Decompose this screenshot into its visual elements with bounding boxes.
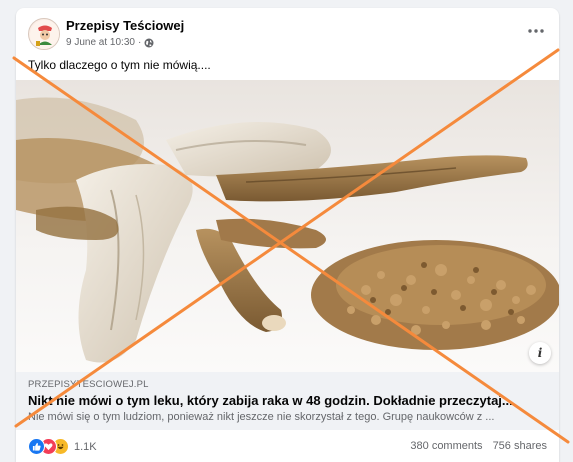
post-header: Przepisy Teściowej 9 June at 10:30 · [16, 8, 559, 54]
link-preview-image[interactable]: i [16, 80, 559, 372]
page-avatar[interactable] [28, 18, 60, 50]
post-text: Tylko dlaczego o tym nie mówią.... [28, 58, 211, 72]
reaction-count: 1.1K [74, 440, 97, 453]
like-reaction-icon [28, 438, 45, 455]
link-title: Nikt nie mówi o tym leku, który zabija r… [28, 393, 513, 408]
link-preview[interactable]: PRZEPISYTESCIOWEJ.PL Nikt nie mówi o tym… [16, 372, 559, 430]
engagement-counts: 380 comments 756 shares [410, 440, 547, 452]
more-icon [528, 29, 544, 33]
shares-count[interactable]: 756 shares [493, 440, 547, 452]
comments-count[interactable]: 380 comments [410, 440, 482, 452]
post-stats: 1.1K 380 comments 756 shares [16, 430, 559, 462]
more-options-button[interactable] [525, 20, 547, 42]
link-description: Nie mówi się o tym ludziom, ponieważ nik… [28, 411, 495, 423]
reactions-summary[interactable]: 1.1K [28, 438, 97, 455]
info-button[interactable]: i [529, 342, 551, 364]
link-domain: PRZEPISYTESCIOWEJ.PL [28, 379, 149, 390]
page-name[interactable]: Przepisy Teściowej [66, 18, 184, 33]
roots-photo [16, 80, 559, 372]
facebook-post-card: Przepisy Teściowej 9 June at 10:30 · Tyl… [16, 8, 559, 462]
globe-icon [144, 38, 154, 47]
post-meta: 9 June at 10:30 · [66, 37, 154, 48]
meta-separator: · [137, 37, 142, 48]
post-date[interactable]: 9 June at 10:30 [66, 37, 135, 48]
